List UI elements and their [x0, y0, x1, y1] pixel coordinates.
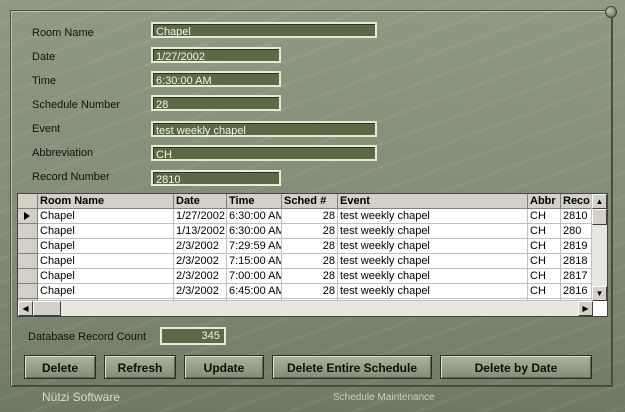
table-row[interactable]: Chapel 2/3/2002 7:29:59 AM 28 test weekly ch…	[18, 239, 593, 254]
update-button[interactable]: Update	[184, 355, 264, 379]
cell-sched[interactable]: 28	[282, 239, 338, 254]
cell-date[interactable]: 2/3/2002	[174, 254, 227, 269]
table-row[interactable]: Chapel 1/13/2002 6:30:00 AM 28 test weekly c…	[18, 224, 593, 239]
cell-record[interactable]: 2818	[561, 254, 593, 269]
cell-abbr[interactable]: CH	[528, 284, 561, 299]
grid-corner-header	[18, 194, 38, 208]
record-count-label: Database Record Count	[28, 331, 147, 343]
cell-abbr[interactable]: CH	[528, 209, 561, 224]
cell-record[interactable]: 280	[561, 224, 593, 239]
delete-by-date-button[interactable]: Delete by Date	[440, 355, 592, 379]
cell-time[interactable]: 7:15:00 AM	[227, 254, 282, 269]
room-name-field[interactable]: Chapel	[151, 22, 377, 38]
cell-record[interactable]: 2816	[561, 284, 593, 299]
window-corner-knob-icon[interactable]	[605, 6, 617, 18]
row-header[interactable]	[18, 239, 38, 254]
cell-abbr[interactable]: CH	[528, 269, 561, 284]
delete-entire-schedule-button[interactable]: Delete Entire Schedule	[272, 355, 432, 379]
time-field[interactable]: 6:30:00 AM	[151, 71, 281, 87]
room-name-label: Room Name	[32, 27, 94, 39]
cell-time[interactable]: 6:30:00 AM	[227, 209, 282, 224]
abbreviation-label: Abbreviation	[32, 147, 94, 159]
cell-date[interactable]: 2/3/2002	[174, 284, 227, 299]
time-label: Time	[32, 75, 57, 87]
cell-sched[interactable]: 28	[282, 284, 338, 299]
vertical-scroll-thumb[interactable]	[592, 209, 607, 225]
date-field[interactable]: 1/27/2002	[151, 47, 281, 63]
cell-abbr[interactable]: CH	[528, 239, 561, 254]
col-header-room-name[interactable]: Room Name	[38, 194, 174, 208]
schedule-number-field[interactable]: 28	[151, 95, 281, 111]
cell-room-name[interactable]: Chapel	[38, 284, 174, 299]
scroll-up-icon[interactable]: ▲	[592, 194, 607, 209]
table-row[interactable]: Chapel 2/3/2002 6:45:00 AM 28 test weekly ch…	[18, 284, 593, 299]
row-header[interactable]	[18, 284, 38, 299]
cell-room-name[interactable]: Chapel	[38, 224, 174, 239]
cell-room-name[interactable]: Chapel	[38, 269, 174, 284]
horizontal-scroll-thumb[interactable]	[33, 301, 61, 316]
scroll-down-icon[interactable]: ▼	[592, 286, 607, 301]
cell-record[interactable]: 2819	[561, 239, 593, 254]
scroll-left-icon[interactable]: ◀	[18, 301, 33, 316]
schedule-grid[interactable]: Room Name Date Time Sched # Event Abbr R…	[17, 193, 608, 317]
vertical-scrollbar[interactable]: ▲ ▼	[591, 194, 607, 301]
delete-button[interactable]: Delete	[24, 355, 96, 379]
event-field[interactable]: test weekly chapel	[151, 121, 377, 137]
row-header[interactable]	[18, 209, 38, 224]
cell-date[interactable]: 2/3/2002	[174, 239, 227, 254]
cell-date[interactable]: 1/27/2002	[174, 209, 227, 224]
table-row[interactable]: Chapel 1/27/2002 6:30:00 AM 28 test weekly c…	[18, 209, 593, 224]
cell-date[interactable]: 1/13/2002	[174, 224, 227, 239]
cell-room-name[interactable]: Chapel	[38, 254, 174, 269]
cell-time[interactable]: 6:30:00 AM	[227, 224, 282, 239]
cell-event[interactable]: test weekly chapel	[338, 284, 528, 299]
schedule-maintenance-window: Room Name Chapel Date 1/27/2002 Time 6:3…	[0, 0, 625, 412]
row-header[interactable]	[18, 269, 38, 284]
cell-room-name[interactable]: Chapel	[38, 239, 174, 254]
cell-time[interactable]: 7:00:00 AM	[227, 269, 282, 284]
cell-record[interactable]: 2810	[561, 209, 593, 224]
date-label: Date	[32, 51, 56, 63]
cell-sched[interactable]: 28	[282, 209, 338, 224]
window-title: Schedule Maintenance	[333, 392, 435, 403]
horizontal-scrollbar[interactable]: ◀ ▶	[18, 300, 593, 316]
record-count-field: 345	[160, 327, 226, 345]
col-header-event[interactable]: Event	[338, 194, 528, 208]
scroll-right-icon[interactable]: ▶	[578, 301, 593, 316]
cell-sched[interactable]: 28	[282, 224, 338, 239]
col-header-record[interactable]: Reco	[561, 194, 593, 208]
cell-event[interactable]: test weekly chapel	[338, 239, 528, 254]
record-number-label: Record Number	[32, 171, 110, 183]
col-header-abbr[interactable]: Abbr	[528, 194, 561, 208]
row-pointer-icon	[24, 212, 30, 220]
col-header-time[interactable]: Time	[227, 194, 282, 208]
status-footer: Nützi Software Schedule Maintenance	[0, 387, 625, 412]
grid-header: Room Name Date Time Sched # Event Abbr R…	[18, 194, 593, 209]
company-name: Nützi Software	[42, 390, 121, 404]
table-row[interactable]: Chapel 2/3/2002 7:15:00 AM 28 test weekly ch…	[18, 254, 593, 269]
col-header-sched[interactable]: Sched #	[282, 194, 338, 208]
row-header[interactable]	[18, 224, 38, 239]
cell-abbr[interactable]: CH	[528, 224, 561, 239]
cell-sched[interactable]: 28	[282, 269, 338, 284]
cell-sched[interactable]: 28	[282, 254, 338, 269]
cell-abbr[interactable]: CH	[528, 254, 561, 269]
cell-date[interactable]: 2/3/2002	[174, 269, 227, 284]
abbreviation-field[interactable]: CH	[151, 145, 377, 161]
schedule-number-label: Schedule Number	[32, 99, 121, 111]
cell-event[interactable]: test weekly chapel	[338, 209, 528, 224]
cell-room-name[interactable]: Chapel	[38, 209, 174, 224]
refresh-button[interactable]: Refresh	[104, 355, 176, 379]
cell-time[interactable]: 7:29:59 AM	[227, 239, 282, 254]
cell-record[interactable]: 2817	[561, 269, 593, 284]
event-label: Event	[32, 123, 61, 135]
row-header[interactable]	[18, 254, 38, 269]
record-number-field[interactable]: 2810	[151, 170, 281, 186]
col-header-date[interactable]: Date	[174, 194, 227, 208]
cell-time[interactable]: 6:45:00 AM	[227, 284, 282, 299]
cell-event[interactable]: test weekly chapel	[338, 269, 528, 284]
table-row[interactable]: Chapel 2/3/2002 7:00:00 AM 28 test weekly ch…	[18, 269, 593, 284]
cell-event[interactable]: test weekly chapel	[338, 254, 528, 269]
cell-event[interactable]: test weekly chapel	[338, 224, 528, 239]
